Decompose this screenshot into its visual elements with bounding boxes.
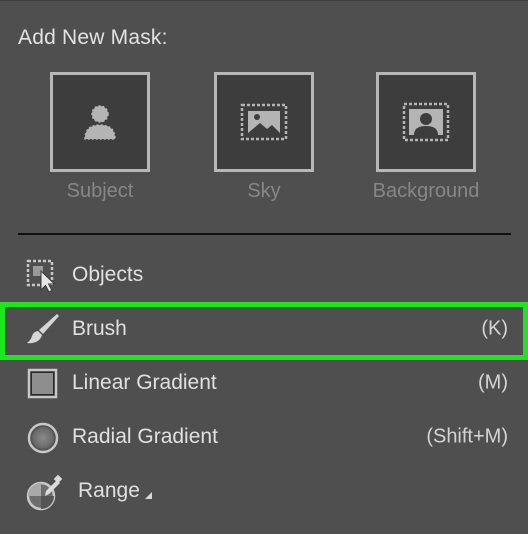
range-tool[interactable]: Range (0, 468, 528, 514)
radial-gradient-shortcut: (Shift+M) (426, 425, 508, 448)
radial-gradient-icon (26, 420, 60, 454)
linear-gradient-icon (26, 366, 60, 400)
objects-label: Objects (72, 263, 144, 286)
radial-gradient-label: Radial Gradient (72, 425, 218, 448)
range-label: Range (78, 479, 140, 502)
section-divider (18, 233, 511, 235)
add-new-mask-panel: Add New Mask: Subject Sky Background Obj… (0, 0, 528, 534)
panel-heading: Add New Mask: (18, 26, 168, 49)
objects-tool[interactable]: Objects (0, 252, 528, 298)
top-border (0, 0, 528, 1)
subject-label: Subject (66, 180, 134, 202)
subject-mask-button[interactable] (50, 72, 150, 172)
linear-gradient-label: Linear Gradient (72, 371, 217, 394)
brush-tool[interactable]: Brush (K) (0, 306, 528, 352)
radial-gradient-tool[interactable]: Radial Gradient (Shift+M) (0, 414, 528, 460)
subject-icon (84, 105, 116, 140)
linear-gradient-tool[interactable]: Linear Gradient (M) (0, 360, 528, 406)
background-icon (402, 102, 450, 142)
objects-icon (26, 258, 60, 292)
brush-shortcut: (K) (481, 317, 508, 340)
submenu-arrow-icon (144, 492, 152, 499)
background-label: Background (372, 180, 480, 202)
background-mask-button[interactable] (376, 72, 476, 172)
sky-mask-button[interactable] (214, 72, 314, 172)
brush-label: Brush (72, 317, 127, 340)
sky-icon (240, 103, 288, 141)
range-label-wrap: Range (78, 479, 152, 503)
sky-label: Sky (247, 180, 281, 202)
linear-gradient-shortcut: (M) (478, 371, 508, 394)
range-icon (26, 474, 63, 511)
brush-icon (26, 312, 60, 346)
